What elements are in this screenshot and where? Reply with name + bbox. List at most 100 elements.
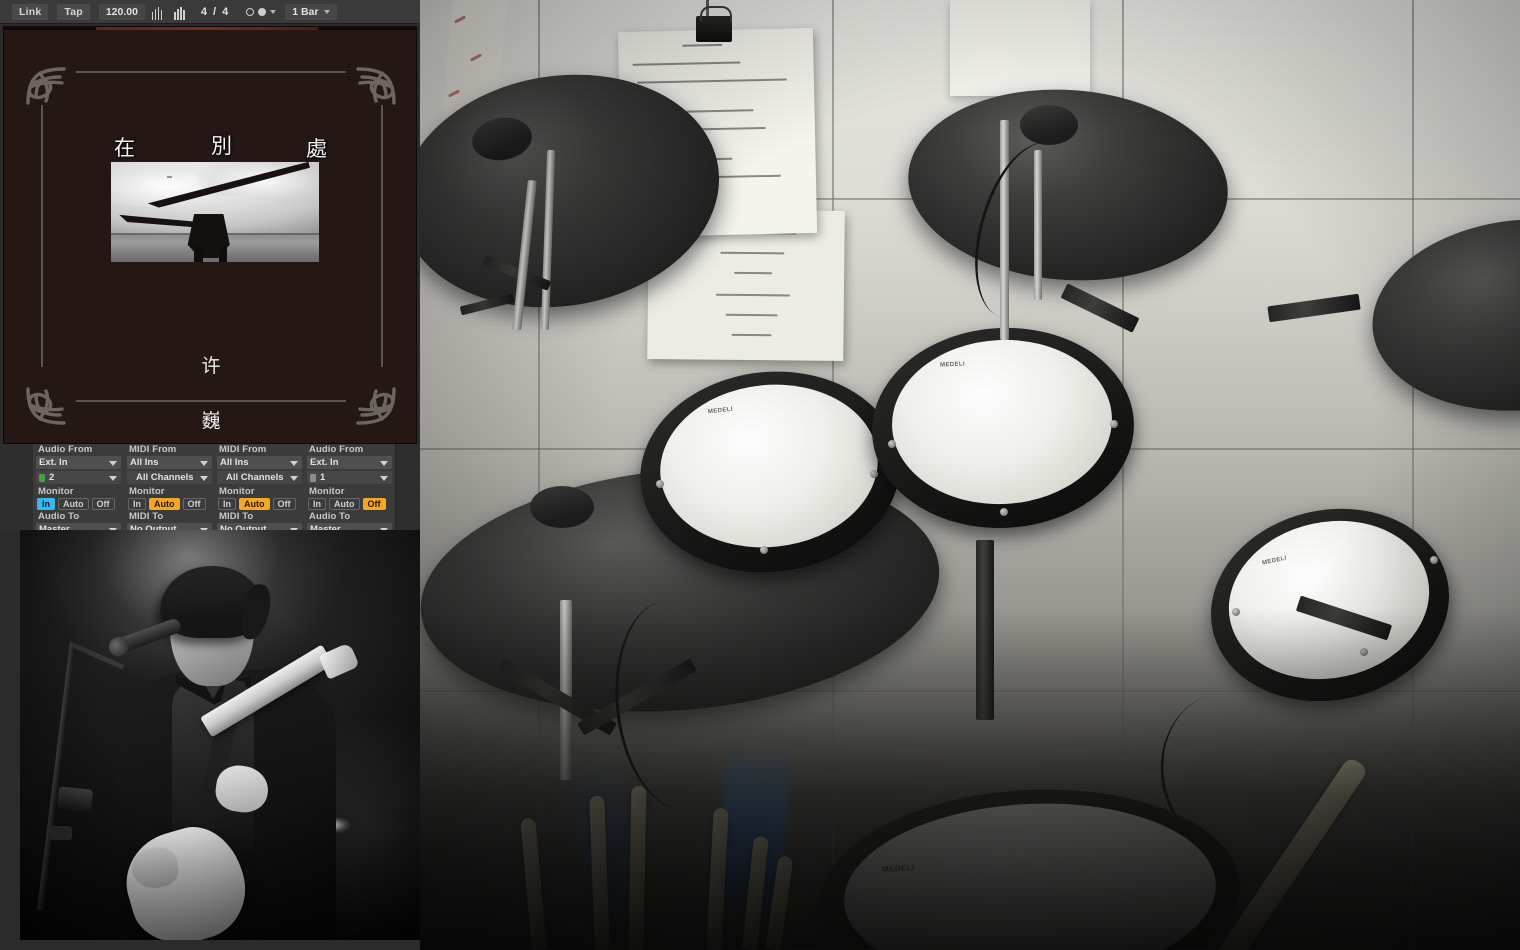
monitor-button-group: In Auto Off — [127, 498, 212, 510]
quantization-value: 1 Bar — [292, 5, 319, 18]
pad-lug — [870, 470, 878, 478]
input-source-chooser[interactable]: All Ins — [217, 456, 302, 469]
input-header: MIDI From — [129, 444, 177, 455]
monitor-off-button[interactable]: Off — [91, 498, 115, 510]
chevron-down-icon — [324, 9, 331, 14]
time-signature-separator: / — [213, 5, 217, 18]
record-quantize-group[interactable] — [239, 4, 283, 20]
screen-capture: Link Tap 120.00 4 / 4 1 Bar 在 別 處 许 巍 Au… — [0, 0, 1520, 950]
input-channel-chooser[interactable]: 1 — [307, 471, 392, 484]
landing-gear — [219, 246, 228, 262]
frame-line-top — [76, 71, 346, 73]
pad-lug — [888, 440, 896, 448]
chevron-down-icon — [380, 475, 388, 481]
monitor-button-group: In Auto Off — [36, 498, 121, 510]
input-channel-chooser[interactable]: 2 — [36, 471, 121, 484]
photo-vignette — [20, 530, 420, 940]
level-meter-icon — [39, 473, 45, 482]
monitor-off-button[interactable]: Off — [182, 498, 206, 510]
input-channel-value: 1 — [320, 472, 326, 483]
output-target-chooser[interactable]: No Output — [127, 523, 212, 530]
artist-name-block: 许 巍 — [4, 355, 416, 431]
chevron-down-icon — [109, 475, 117, 481]
landing-gear — [194, 246, 203, 262]
time-signature[interactable]: 4 / 4 — [192, 4, 237, 20]
album-title-char-2: 別 — [211, 134, 232, 158]
chevron-down-icon[interactable] — [270, 9, 277, 14]
binder-clip-icon — [696, 6, 732, 42]
album-cover-image[interactable] — [111, 162, 319, 262]
monitor-auto-button[interactable]: Auto — [239, 498, 270, 510]
output-header: MIDI To — [129, 511, 164, 522]
aircraft-wing-left — [119, 214, 203, 228]
ableton-transport-bar: Link Tap 120.00 4 / 4 1 Bar — [0, 0, 420, 24]
cymbal-bell — [530, 486, 594, 528]
level-meter-icon — [310, 473, 316, 482]
pad-lug — [760, 546, 768, 554]
album-title-char-1: 在 — [114, 136, 135, 160]
frame-line-left — [41, 105, 43, 367]
mixer-io-strips: Audio From Ext. In 2 Monitor In Auto Off… — [0, 444, 420, 530]
artist-char-1: 许 — [201, 355, 221, 377]
output-target-chooser[interactable]: Master — [36, 523, 121, 530]
metronome-icon[interactable] — [147, 4, 168, 20]
daw-left-column: Link Tap 120.00 4 / 4 1 Bar 在 別 處 许 巍 Au… — [0, 0, 420, 950]
input-source-value: Ext. In — [39, 457, 68, 468]
input-channel-value: All Channels — [226, 472, 284, 483]
input-channel-value: 2 — [49, 472, 55, 483]
chevron-down-icon — [290, 460, 298, 466]
input-channel-value: All Channels — [136, 472, 194, 483]
time-signature-denominator: 4 — [222, 5, 229, 18]
pad-lug — [1430, 556, 1438, 564]
corner-flourish-ornament-top-right — [356, 67, 396, 105]
record-circle-icon — [246, 7, 255, 16]
monitor-in-button[interactable]: In — [308, 498, 326, 510]
channel-strip-2[interactable]: MIDI From All Ins All Channels Monitor I… — [124, 444, 216, 530]
wall-shadow — [420, 608, 1520, 950]
channel-strip-3[interactable]: MIDI From All Ins All Channels Monitor I… — [214, 444, 306, 530]
input-header: MIDI From — [219, 444, 267, 455]
chevron-down-icon — [200, 460, 208, 466]
monitor-button-group: In Auto Off — [307, 498, 392, 510]
input-channel-chooser[interactable]: All Channels — [217, 471, 302, 484]
handwriting-line — [636, 78, 787, 84]
pad-lug — [656, 480, 664, 488]
wall-poster — [950, 0, 1090, 96]
output-target-chooser[interactable]: No Output — [217, 523, 302, 530]
monitor-off-button[interactable]: Off — [272, 498, 296, 510]
monitor-auto-button[interactable]: Auto — [58, 498, 89, 510]
playback-progress-fill — [96, 27, 318, 30]
link-button[interactable]: Link — [12, 3, 49, 20]
output-target-chooser[interactable]: Master — [307, 523, 392, 530]
monitor-off-button[interactable]: Off — [362, 498, 386, 510]
album-art-panel[interactable]: 在 別 處 许 巍 — [3, 26, 417, 444]
monitor-auto-button[interactable]: Auto — [149, 498, 180, 510]
chevron-down-icon — [290, 475, 298, 481]
tempo-field[interactable]: 120.00 — [98, 3, 145, 20]
monitor-in-button[interactable]: In — [37, 498, 55, 510]
handwriting-line — [734, 271, 773, 275]
input-source-chooser[interactable]: Ext. In — [307, 456, 392, 469]
monitor-in-button[interactable]: In — [218, 498, 236, 510]
playback-progress-track[interactable] — [4, 27, 416, 30]
quantization-dropdown[interactable]: 1 Bar — [285, 3, 338, 20]
chevron-down-icon — [380, 460, 388, 466]
webcam-drum-feed[interactable]: MEDELI MEDELI MEDELI MEDELI — [420, 0, 1520, 950]
input-channel-chooser[interactable]: All Channels — [127, 471, 212, 484]
handwriting-line — [632, 61, 741, 66]
monitor-label: Monitor — [219, 486, 255, 497]
album-cover-photo — [111, 162, 319, 262]
musician-photo[interactable] — [20, 530, 420, 940]
input-source-chooser[interactable]: Ext. In — [36, 456, 121, 469]
channel-strip-1[interactable]: Audio From Ext. In 2 Monitor In Auto Off… — [33, 444, 125, 530]
metronome-bars-icon[interactable] — [169, 4, 190, 20]
monitor-auto-button[interactable]: Auto — [329, 498, 360, 510]
output-header: Audio To — [38, 511, 80, 522]
input-source-value: All Ins — [220, 457, 249, 468]
tap-tempo-button[interactable]: Tap — [57, 3, 90, 20]
cymbal-bell — [1020, 105, 1078, 145]
channel-strip-4[interactable]: Audio From Ext. In 1 Monitor In Auto Off… — [304, 444, 396, 530]
output-header: MIDI To — [219, 511, 254, 522]
input-source-chooser[interactable]: All Ins — [127, 456, 212, 469]
monitor-in-button[interactable]: In — [128, 498, 146, 510]
